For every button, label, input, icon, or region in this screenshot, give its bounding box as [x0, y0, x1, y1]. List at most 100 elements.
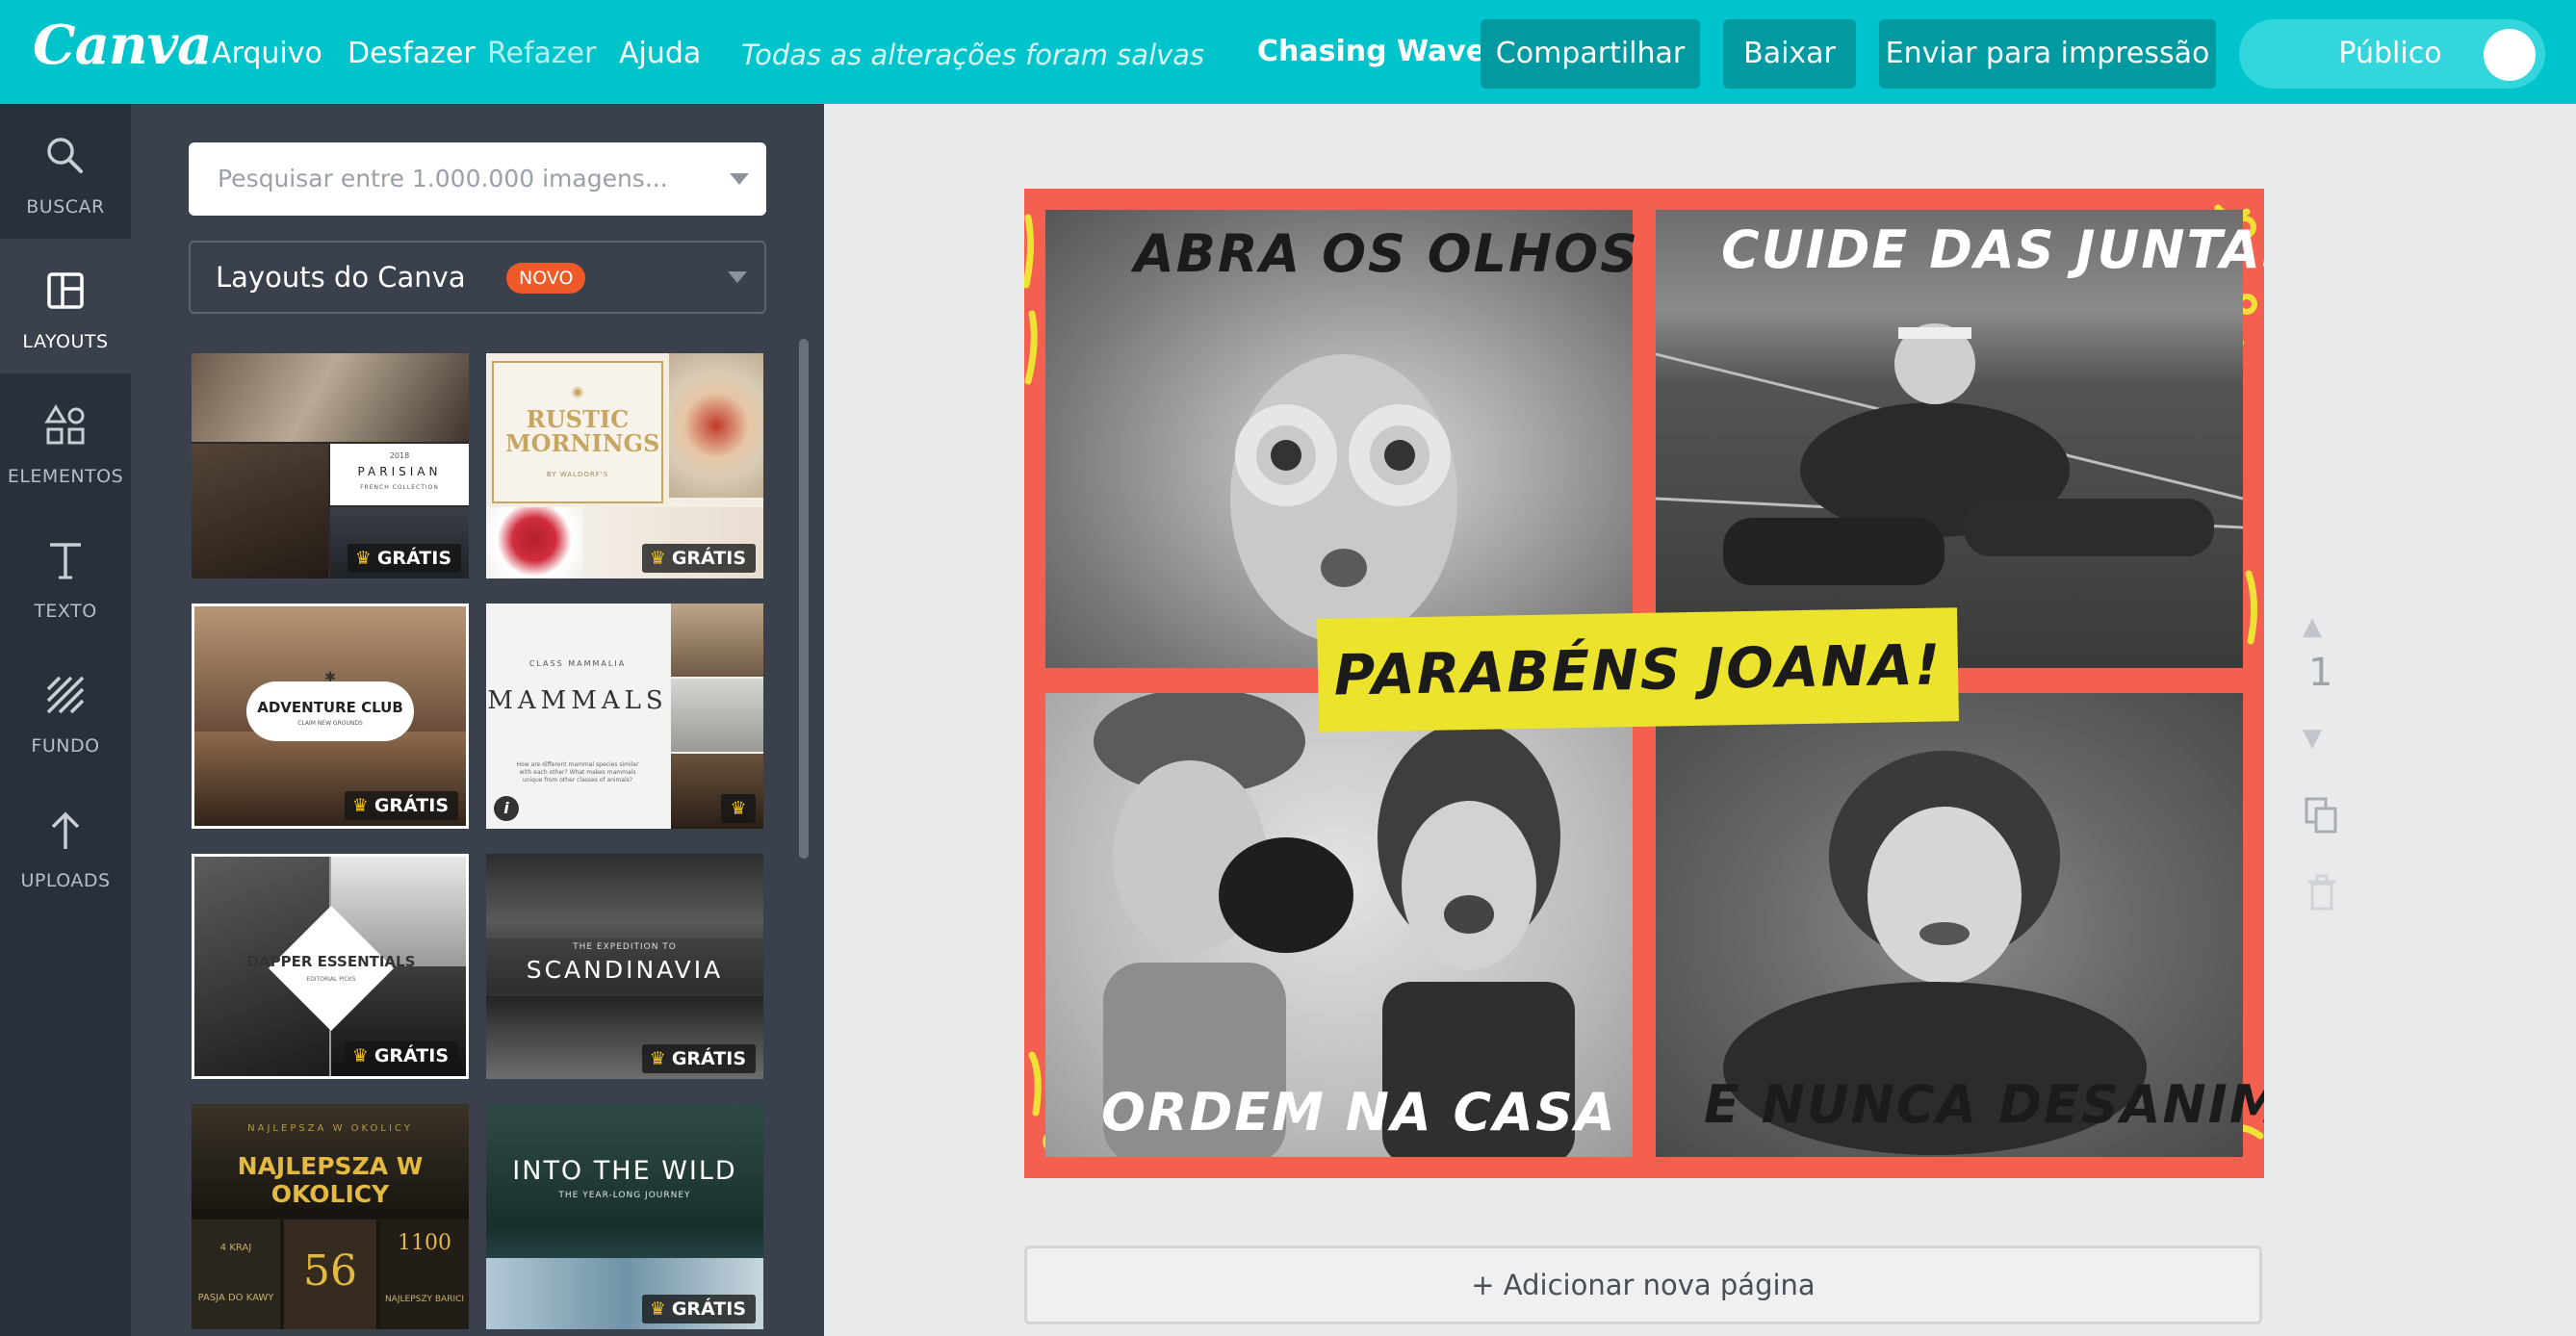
layout-thumbnail-rustic-mornings[interactable]: ◉ RUSTIC MORNINGS BY WALDORF'S ♛ GRÁTIS	[486, 353, 763, 578]
rail-texto[interactable]: TEXTO	[0, 508, 131, 643]
move-down-icon[interactable]: ▼	[2303, 724, 2322, 753]
print-button[interactable]: Enviar para impressão	[1879, 19, 2216, 89]
crown-icon: ♛	[721, 794, 756, 823]
photo-boxing-couple[interactable]: ORDEM NA CASA	[1045, 693, 1633, 1157]
photo-man-stretching[interactable]: CUIDE DAS JUNTAS	[1656, 210, 2264, 668]
thumb-title: SCANDINAVIA	[526, 956, 724, 984]
free-label: GRÁTIS	[671, 548, 746, 569]
star-icon: ✱	[324, 670, 336, 685]
free-badge: ♛ GRÁTIS	[344, 791, 458, 820]
move-up-icon[interactable]: ▲	[2303, 612, 2322, 641]
free-label: GRÁTIS	[671, 1048, 746, 1069]
free-badge: ♛ GRÁTIS	[641, 1295, 756, 1323]
layout-thumbnail-mammals[interactable]: CLASS MAMMALIA MAMMALS How are different…	[486, 604, 763, 829]
design-title[interactable]: Chasing Waves	[1257, 35, 1503, 68]
photo-fox	[671, 604, 763, 677]
chevron-down-icon[interactable]	[730, 173, 749, 185]
panel-scrollbar[interactable]	[799, 339, 809, 859]
rail-label: LAYOUTS	[22, 331, 109, 352]
layout-thumbnail-adventure-club[interactable]: ✱ ADVENTURE CLUB CLAIM NEW GROUNDS ♛ GRÁT…	[192, 604, 469, 829]
layout-thumbnail-parisian[interactable]: 2018 PARISIAN FRENCH COLLECTION ♛ GRÁTIS	[192, 353, 469, 578]
thumb-subtitle: FRENCH COLLECTION	[360, 484, 439, 491]
trash-icon[interactable]	[2306, 874, 2337, 911]
crown-icon: ♛	[649, 1298, 666, 1320]
image-search-input[interactable]: Pesquisar entre 1.000.000 imagens...	[189, 142, 766, 216]
download-button[interactable]: Baixar	[1723, 19, 1856, 89]
tile-right: 1100 NAJLEPSZY BARICI	[380, 1220, 469, 1329]
rail-label: ELEMENTOS	[7, 466, 124, 487]
thumb-subtitle: How are different mammal species similar…	[516, 761, 639, 784]
photo-salad	[669, 353, 763, 498]
background-pattern-icon	[46, 676, 85, 714]
share-button[interactable]: Compartilhar	[1481, 19, 1700, 89]
rail-label: TEXTO	[34, 601, 97, 622]
dot-icon: ◉	[571, 384, 584, 399]
chevron-down-icon[interactable]	[728, 271, 747, 283]
free-badge: ♛ GRÁTIS	[347, 544, 461, 573]
rail-layouts[interactable]: LAYOUTS	[0, 239, 131, 373]
rail-elementos[interactable]: ELEMENTOS	[0, 373, 131, 508]
caption-top-left[interactable]: ABRA OS OLHOS	[1134, 223, 1639, 284]
photo-cafe: NAJLEPSZA W OKOLICY NAJLEPSZA W OKOLICY	[192, 1104, 469, 1218]
layouts-panel: Pesquisar entre 1.000.000 imagens... Lay…	[131, 104, 824, 1336]
free-label: GRÁTIS	[376, 548, 451, 569]
menu-arquivo[interactable]: Arquivo	[212, 37, 322, 70]
visibility-toggle[interactable]: Público	[2239, 19, 2545, 89]
title-band: THE EXPEDITION TO SCANDINAVIA	[486, 938, 763, 996]
upload-arrow-icon	[51, 811, 80, 849]
menu-refazer[interactable]: Refazer	[487, 37, 596, 70]
title-card: ◉ RUSTIC MORNINGS BY WALDORF'S	[492, 361, 663, 503]
free-badge: ♛ GRÁTIS	[641, 544, 756, 573]
photo-strawberries	[486, 507, 582, 578]
crown-icon: ♛	[354, 548, 372, 569]
add-page-button[interactable]: + Adicionar nova página	[1024, 1246, 2262, 1324]
menu-desfazer[interactable]: Desfazer	[348, 37, 476, 70]
left-rail: BUSCAR LAYOUTS ELEMENTOS TEXTO FUNDO UPL…	[0, 104, 131, 1336]
photo-desk	[192, 353, 469, 442]
layout-thumbnail-najlepsza[interactable]: NAJLEPSZA W OKOLICY NAJLEPSZA W OKOLICY …	[192, 1104, 469, 1329]
rail-label: BUSCAR	[26, 196, 105, 218]
thumb-caption: 2018	[389, 451, 410, 460]
tile-label: PASJA DO KAWY	[197, 1293, 274, 1303]
banner-brush[interactable]: PARABÉNS JOANA!	[1317, 607, 1959, 732]
banner-text[interactable]: PARABÉNS JOANA!	[1317, 607, 1959, 732]
photo-deer	[671, 679, 763, 752]
tile-label: NAJLEPSZY BARICI	[384, 1295, 465, 1304]
layout-thumbnail-into-the-wild[interactable]: INTO THE WILD THE YEAR-LONG JOURNEY ♛ GRÁ…	[486, 1104, 763, 1329]
canva-logo[interactable]: Canva	[33, 13, 212, 77]
search-icon	[47, 138, 83, 173]
caption-bottom-right[interactable]: E NUNCA DESANIME	[1704, 1074, 2264, 1135]
toggle-knob	[2484, 29, 2536, 81]
thumb-title: DAPPER ESSENTIALS	[246, 953, 416, 970]
tile-left: 4 KRAJ PASJA DO KAWY	[192, 1220, 280, 1329]
rail-uploads[interactable]: UPLOADS	[0, 778, 131, 912]
crown-icon: ♛	[351, 1045, 369, 1066]
title-card: CLASS MAMMALIA MAMMALS How are different…	[486, 604, 669, 829]
thumb-title: INTO THE WILD	[512, 1156, 737, 1186]
layout-thumbnail-dapper-essentials[interactable]: DAPPER ESSENTIALS EDITORIAL PICKS ♛ GRÁTI…	[192, 854, 469, 1079]
layout-thumbnail-scandinavia[interactable]: THE EXPEDITION TO SCANDINAVIA ♛ GRÁTIS	[486, 854, 763, 1079]
caption-top-right[interactable]: CUIDE DAS JUNTAS	[1721, 219, 2264, 280]
photo-woman-eyes[interactable]: ABRA OS OLHOS	[1045, 210, 1637, 668]
thumb-subtitle: THE YEAR-LONG JOURNEY	[558, 1191, 691, 1200]
top-bar: Canva Arquivo Desfazer Refazer Ajuda Tod…	[0, 0, 2576, 104]
thumb-title: ADVENTURE CLUB	[257, 699, 403, 716]
free-label: GRÁTIS	[671, 1298, 746, 1320]
rail-label: FUNDO	[31, 735, 100, 757]
save-status: Todas as alterações foram salvas	[741, 39, 1205, 71]
photo-woman-ground[interactable]: E NUNCA DESANIME	[1656, 693, 2264, 1157]
design-page[interactable]: ABRA OS OLHOS CUIDE DAS JUNTAS ORDEM NA …	[1024, 189, 2264, 1178]
thumb-caption: NAJLEPSZA W OKOLICY	[247, 1123, 413, 1134]
crown-icon: ♛	[649, 1048, 666, 1069]
category-select[interactable]: Layouts do Canva NOVO	[189, 241, 766, 314]
rail-buscar[interactable]: BUSCAR	[0, 104, 131, 239]
info-icon[interactable]: i	[494, 796, 519, 821]
copy-page-icon[interactable]	[2305, 797, 2339, 835]
thumb-subtitle: CLAIM NEW GROUNDS	[297, 720, 363, 727]
menu-ajuda[interactable]: Ajuda	[619, 37, 701, 70]
rail-fundo[interactable]: FUNDO	[0, 643, 131, 778]
tile-middle: 56	[284, 1220, 376, 1329]
photo-street	[192, 444, 328, 578]
thumb-caption: THE EXPEDITION TO	[573, 942, 677, 952]
caption-bottom-left[interactable]: ORDEM NA CASA	[1101, 1082, 1617, 1143]
